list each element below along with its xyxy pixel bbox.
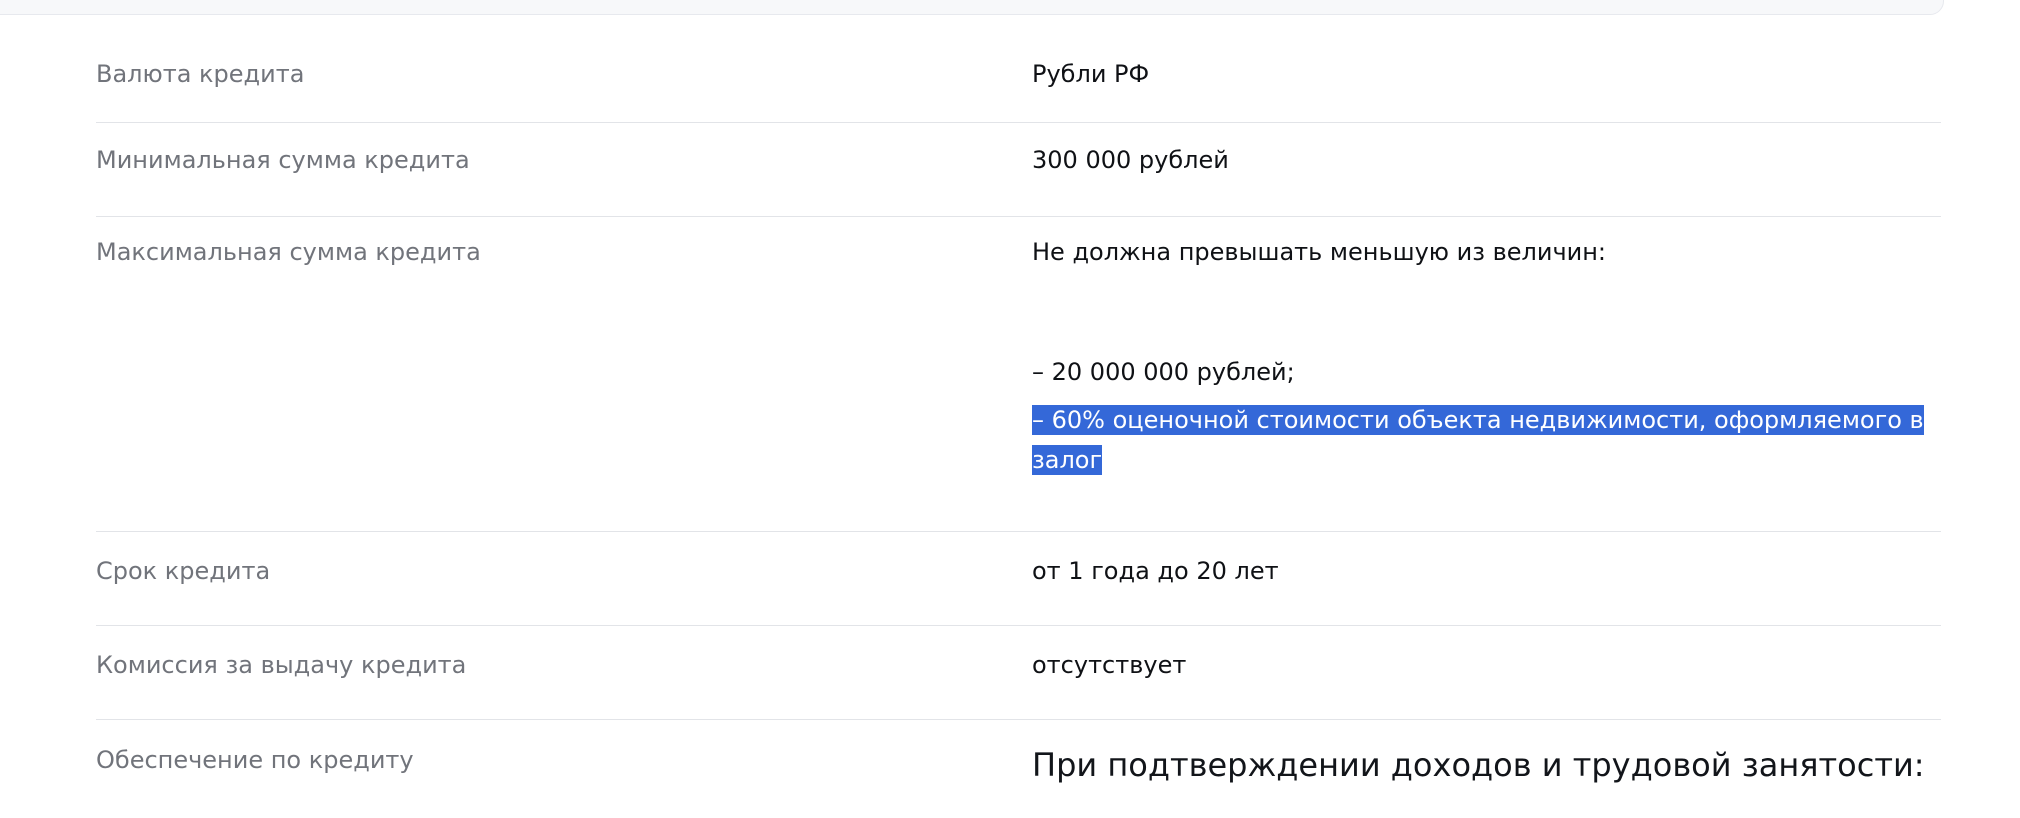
row-label-max-amount: Максимальная сумма кредита [96, 238, 481, 266]
max-amount-intro: Не должна превышать меньшую из величин: [1032, 238, 1607, 266]
row-value-max-amount: Не должна превышать меньшую из величин: … [1032, 236, 1941, 531]
row-label-collateral: Обеспечение по кредиту [96, 746, 414, 774]
row-label-commission: Комиссия за выдачу кредита [96, 651, 467, 679]
max-amount-spacer [1032, 268, 1941, 356]
max-amount-item: – 20 000 000 рублей; [1032, 358, 1295, 386]
row-value-commission: отсутствует [1032, 651, 1187, 679]
row-value-collateral: При подтверждении доходов и трудовой зан… [1032, 744, 1941, 815]
table-row: Валюта кредита Рубли РФ [96, 37, 1941, 123]
row-value-currency: Рубли РФ [1032, 60, 1150, 88]
credit-terms-table: Валюта кредита Рубли РФ Минимальная сумм… [96, 37, 1941, 815]
page: Валюта кредита Рубли РФ Минимальная сумм… [0, 0, 2020, 818]
max-amount-item-selected: – 60% оценочной стоимости объекта недвиж… [1032, 400, 1941, 480]
table-row: Комиссия за выдачу кредита отсутствует [96, 626, 1941, 720]
row-label-term: Срок кредита [96, 557, 271, 585]
table-row: Срок кредита от 1 года до 20 лет [96, 532, 1941, 626]
row-label-min-amount: Минимальная сумма кредита [96, 146, 470, 174]
selected-text-highlight: – 60% оценочной стоимости объекта недвиж… [1032, 405, 1924, 475]
table-row: Обеспечение по кредиту При подтверждении… [96, 720, 1941, 815]
collateral-heading: При подтверждении доходов и трудовой зан… [1032, 746, 1925, 784]
row-value-min-amount: 300 000 рублей [1032, 146, 1229, 174]
row-value-term: от 1 года до 20 лет [1032, 557, 1279, 585]
table-row: Максимальная сумма кредита Не должна пре… [96, 217, 1941, 532]
row-label-currency: Валюта кредита [96, 60, 305, 88]
top-card [0, 0, 1944, 15]
table-row: Минимальная сумма кредита 300 000 рублей [96, 123, 1941, 217]
